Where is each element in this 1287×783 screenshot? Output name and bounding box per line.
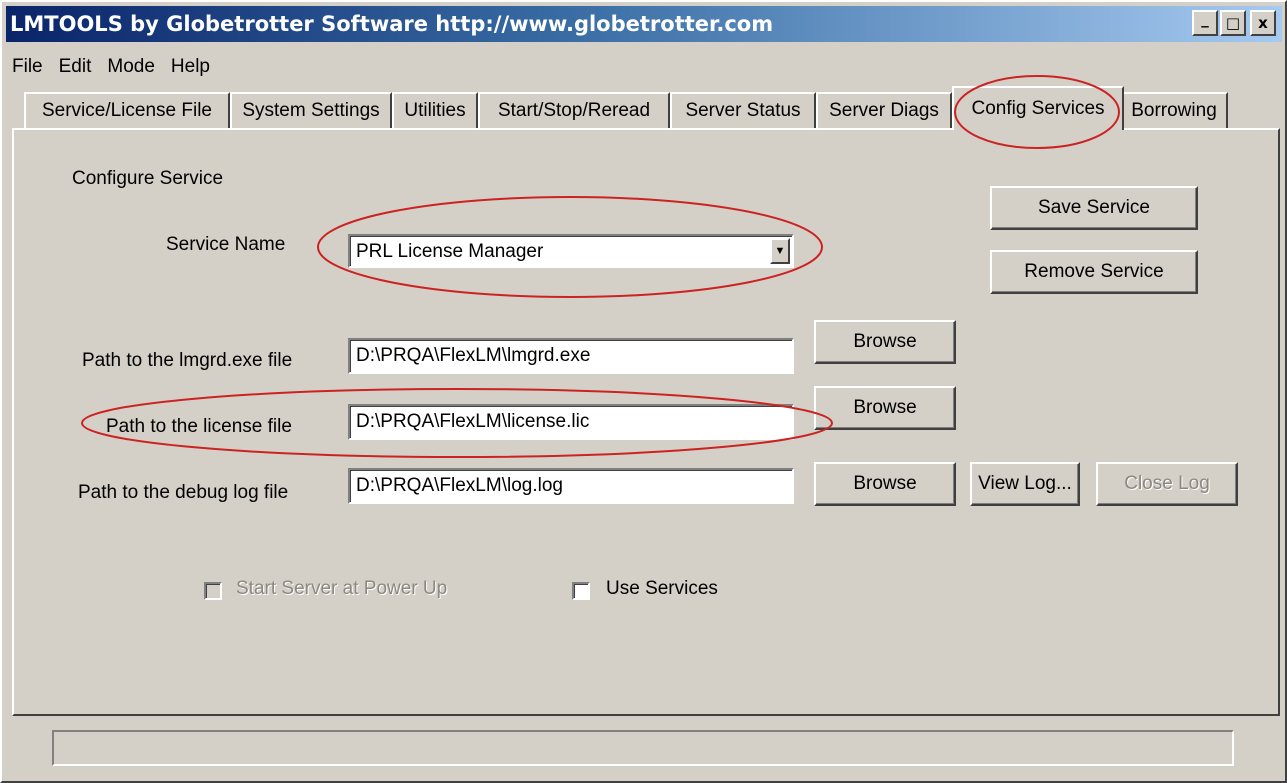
remove-service-button[interactable]: Remove Service: [990, 250, 1198, 294]
menu-edit[interactable]: Edit: [51, 54, 100, 82]
tab-service-license-file[interactable]: Service/License File: [24, 92, 230, 128]
license-path-input[interactable]: D:\PRQA\FlexLM\license.lic: [348, 404, 794, 440]
browse-lmgrd-button[interactable]: Browse: [814, 320, 956, 364]
combo-dropdown-button[interactable]: ▼: [770, 238, 790, 264]
title-bar[interactable]: LMTOOLS by Globetrotter Software http://…: [6, 6, 1282, 42]
lmtools-window: LMTOOLS by Globetrotter Software http://…: [0, 0, 1287, 783]
menu-bar: File Edit Mode Help: [8, 54, 218, 82]
debug-log-path-label: Path to the debug log file: [78, 482, 289, 503]
use-services-checkbox[interactable]: [572, 582, 590, 600]
tab-utilities[interactable]: Utilities: [392, 92, 478, 128]
window-title: LMTOOLS by Globetrotter Software http://…: [10, 12, 774, 36]
configure-service-label: Configure Service: [72, 168, 224, 189]
service-name-label: Service Name: [166, 234, 286, 255]
close-button[interactable]: x: [1250, 10, 1276, 36]
minimize-button[interactable]: _: [1192, 10, 1218, 36]
chevron-down-icon: ▼: [774, 245, 786, 257]
close-icon: x: [1258, 14, 1268, 32]
browse-debug-log-button[interactable]: Browse: [814, 462, 956, 506]
debug-log-path-input[interactable]: D:\PRQA\FlexLM\log.log: [348, 468, 794, 504]
menu-file[interactable]: File: [8, 54, 51, 82]
lmgrd-path-input[interactable]: D:\PRQA\FlexLM\lmgrd.exe: [348, 338, 794, 374]
browse-license-button[interactable]: Browse: [814, 386, 956, 430]
service-name-combo[interactable]: PRL License Manager ▼: [348, 234, 794, 268]
start-power-up-checkbox: [204, 582, 222, 600]
tab-server-status[interactable]: Server Status: [670, 92, 816, 128]
service-name-value: PRL License Manager: [356, 241, 544, 262]
maximize-button[interactable]: □: [1220, 10, 1246, 36]
maximize-icon: □: [1225, 14, 1241, 32]
menu-help[interactable]: Help: [163, 54, 218, 82]
view-log-button[interactable]: View Log...: [970, 462, 1080, 506]
menu-mode[interactable]: Mode: [99, 54, 163, 82]
status-bar: [52, 730, 1234, 766]
tab-server-diags[interactable]: Server Diags: [816, 92, 952, 128]
tab-system-settings[interactable]: System Settings: [230, 92, 392, 128]
tab-config-services[interactable]: Config Services: [952, 86, 1124, 130]
save-service-button[interactable]: Save Service: [990, 186, 1198, 230]
minimize-icon: _: [1201, 10, 1209, 28]
tab-borrowing[interactable]: Borrowing: [1120, 92, 1228, 128]
tab-start-stop-reread[interactable]: Start/Stop/Reread: [478, 92, 670, 128]
use-services-label[interactable]: Use Services: [606, 578, 718, 600]
start-power-up-label: Start Server at Power Up: [236, 578, 448, 599]
license-path-label: Path to the license file: [106, 416, 292, 437]
lmgrd-path-label: Path to the lmgrd.exe file: [82, 350, 293, 371]
close-log-button: Close Log: [1096, 462, 1238, 506]
